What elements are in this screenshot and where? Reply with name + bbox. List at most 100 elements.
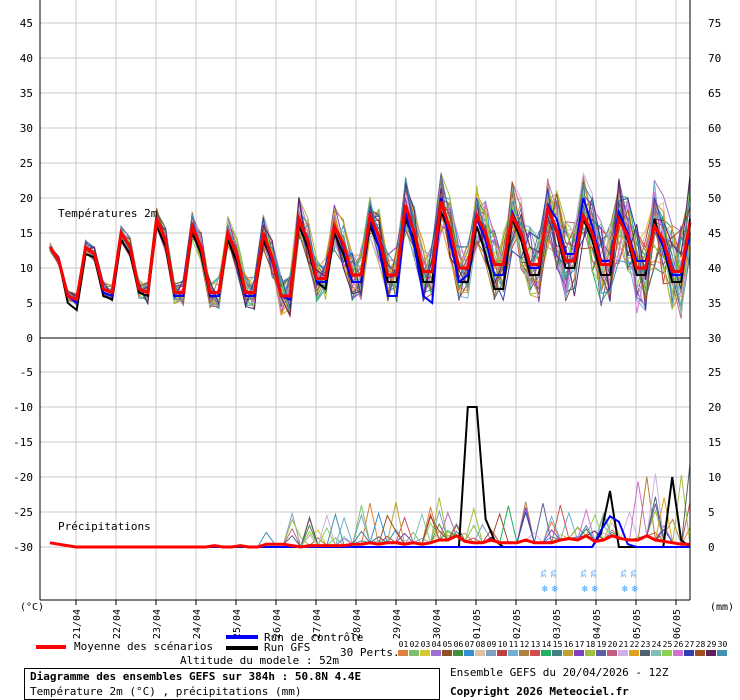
perturbation-id: 19	[596, 640, 607, 649]
temp-left-tick: 15	[20, 227, 33, 240]
mean-swatch	[36, 645, 66, 649]
perturbation-color-swatch	[574, 650, 584, 656]
perturbation-id: 29	[706, 640, 717, 649]
perturbation-legend-item: 27	[684, 640, 695, 656]
temp-right-tick: 70	[708, 52, 721, 65]
temp-left-tick: 45	[20, 17, 33, 30]
perturbation-id: 11	[508, 640, 519, 649]
perturbation-legend-item: 28	[695, 640, 706, 656]
perturbation-id: 22	[629, 640, 640, 649]
perturbation-id: 04	[431, 640, 442, 649]
snowflake-icon: ❄	[632, 584, 639, 595]
perturbation-color-swatch	[640, 650, 650, 656]
altitude-label: Altitude du modele : 52m	[180, 654, 339, 667]
temp-right-tick: 35	[708, 297, 721, 310]
perturbation-id: 25	[662, 640, 673, 649]
temp-right-tick: 40	[708, 262, 721, 275]
perturbation-id: 02	[409, 640, 420, 649]
perturbation-legend-item: 07	[464, 640, 475, 656]
control-swatch	[226, 635, 258, 639]
snowflake-icon: ❄	[582, 584, 589, 595]
perturbation-color-swatch	[486, 650, 496, 656]
perturbation-color-swatch	[475, 650, 485, 656]
perturbation-color-swatch	[651, 650, 661, 656]
perturbation-legend-item: 18	[585, 640, 596, 656]
perturbation-color-swatch	[541, 650, 551, 656]
perturbation-id: 15	[552, 640, 563, 649]
perturbation-id: 24	[651, 640, 662, 649]
perturbation-id: 14	[541, 640, 552, 649]
perturbation-legend-item: 20	[607, 640, 618, 656]
perturbation-color-swatch	[607, 650, 617, 656]
perturbation-legend-item: 16	[563, 640, 574, 656]
perturbation-id: 23	[640, 640, 651, 649]
perturbation-legend-item: 12	[519, 640, 530, 656]
perturbation-id: 26	[673, 640, 684, 649]
perturbation-id: 01	[398, 640, 409, 649]
precip-right-tick: 25	[708, 366, 721, 379]
perturbation-legend-item: 10	[497, 640, 508, 656]
snowflake-icon: ❄	[622, 584, 629, 595]
x-tick-label: 05/05	[632, 609, 643, 639]
perturbation-id: 18	[585, 640, 596, 649]
perturbation-color-swatch	[695, 650, 705, 656]
perturbation-legend-item: 06	[453, 640, 464, 656]
perturbation-id: 27	[684, 640, 695, 649]
x-tick-label: 24/04	[192, 609, 203, 639]
perturbation-legend-item: 30	[717, 640, 728, 656]
temp-left-tick: 10	[20, 262, 33, 275]
perturbation-id: 10	[497, 640, 508, 649]
perturbation-id: 09	[486, 640, 497, 649]
snow-probability-label: 3%	[630, 569, 638, 578]
perturbation-color-swatch	[530, 650, 540, 656]
perturbation-color-swatch	[585, 650, 595, 656]
perts-label: 30 Perts.	[340, 646, 400, 659]
snow-probability-label: 3%	[550, 569, 558, 578]
perturbation-legend: 01 02 03 04 05 06 07 08 09 10 11 12 13 14 15 16 17 18 19 20…	[398, 640, 728, 656]
footer-subtitle: Température 2m (°C) , précipitations (mm…	[30, 685, 302, 698]
perturbation-legend-item: 05	[442, 640, 453, 656]
precip-left-tick: -15	[13, 436, 33, 449]
temp-left-tick: 25	[20, 157, 33, 170]
perturbation-legend-item: 24	[651, 640, 662, 656]
precip-left-tick: -25	[13, 506, 33, 519]
perturbation-color-swatch	[398, 650, 408, 656]
precip-right-tick: 10	[708, 471, 721, 484]
run-info: Ensemble GEFS du 20/04/2026 - 12Z	[450, 666, 669, 679]
temp-panel-label: Températures 2m	[58, 207, 158, 220]
perturbation-color-swatch	[618, 650, 628, 656]
perturbation-legend-item: 26	[673, 640, 684, 656]
snow-probability-label: 3%	[580, 569, 588, 578]
perturbation-legend-item: 21	[618, 640, 629, 656]
temp-right-tick: 50	[708, 192, 721, 205]
perturbation-id: 08	[475, 640, 486, 649]
perturbation-legend-item: 09	[486, 640, 497, 656]
perturbation-id: 07	[464, 640, 475, 649]
temp-left-tick: 40	[20, 52, 33, 65]
perturbation-color-swatch	[519, 650, 529, 656]
gfs-swatch	[226, 646, 258, 650]
perturbation-legend-item: 29	[706, 640, 717, 656]
perturbation-color-swatch	[497, 650, 507, 656]
perturbation-legend-item: 17	[574, 640, 585, 656]
perturbation-id: 30	[717, 640, 728, 649]
precip-right-tick: 15	[708, 436, 721, 449]
perturbation-id: 12	[519, 640, 530, 649]
perturbation-id: 06	[453, 640, 464, 649]
temp-right-tick: 60	[708, 122, 721, 135]
temp-left-tick: 30	[20, 122, 33, 135]
snow-probability-label: 3%	[540, 569, 548, 578]
x-tick-label: 01/05	[472, 609, 483, 639]
perturbation-legend-item: 14	[541, 640, 552, 656]
x-tick-label: 06/05	[672, 609, 683, 639]
perturbation-color-swatch	[684, 650, 694, 656]
perturbation-color-swatch	[563, 650, 573, 656]
perturbation-color-swatch	[717, 650, 727, 656]
x-tick-label: 04/05	[592, 609, 603, 639]
perturbation-id: 28	[695, 640, 706, 649]
perturbation-id: 05	[442, 640, 453, 649]
perturbation-id: 21	[618, 640, 629, 649]
perturbation-id: 17	[574, 640, 585, 649]
perturbation-legend-item: 23	[640, 640, 651, 656]
perturbation-legend-item: 08	[475, 640, 486, 656]
